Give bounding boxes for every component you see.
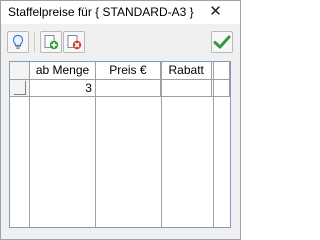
grid-line [161, 62, 162, 227]
close-button[interactable]: ✕ [194, 1, 237, 20]
price-tier-table: ab Menge Preis € Rabatt 3 [10, 62, 230, 97]
cell-ab-menge[interactable]: 3 [29, 79, 96, 97]
close-icon: ✕ [209, 2, 222, 20]
header-row: ab Menge Preis € Rabatt [10, 62, 230, 80]
dialog-body: ab Menge Preis € Rabatt 3 [4, 24, 237, 236]
cell-preis[interactable] [95, 79, 161, 97]
checkmark-icon [213, 35, 231, 49]
grid-line [29, 62, 30, 227]
toolbar [4, 24, 237, 54]
column-header-ab-menge[interactable]: ab Menge [29, 62, 96, 80]
row-indicator[interactable] [10, 79, 31, 97]
column-header-preis[interactable]: Preis € [95, 62, 161, 80]
price-tier-grid[interactable]: ab Menge Preis € Rabatt 3 [9, 61, 231, 228]
cell-rabatt[interactable] [160, 79, 213, 97]
window-title: Staffelpreise für { STANDARD-A3 } [8, 5, 194, 19]
grid-line [213, 62, 214, 227]
delete-row-icon [67, 35, 82, 50]
ok-button[interactable] [211, 31, 233, 53]
cell-filler [211, 79, 230, 97]
add-row-icon [44, 35, 59, 50]
header-corner [10, 62, 31, 80]
hint-button[interactable] [7, 31, 29, 53]
add-row-button[interactable] [40, 31, 62, 53]
delete-row-button[interactable] [63, 31, 85, 53]
table-row[interactable]: 3 [10, 79, 230, 97]
title-bar: Staffelpreise für { STANDARD-A3 } ✕ [1, 1, 240, 24]
staffelpreise-dialog: Staffelpreise für { STANDARD-A3 } ✕ ab M… [0, 0, 241, 240]
grid-line [95, 62, 96, 227]
column-header-rabatt[interactable]: Rabatt [160, 62, 213, 80]
toolbar-separator [34, 32, 35, 52]
lightbulb-icon [12, 34, 24, 49]
column-header-filler [211, 62, 230, 80]
